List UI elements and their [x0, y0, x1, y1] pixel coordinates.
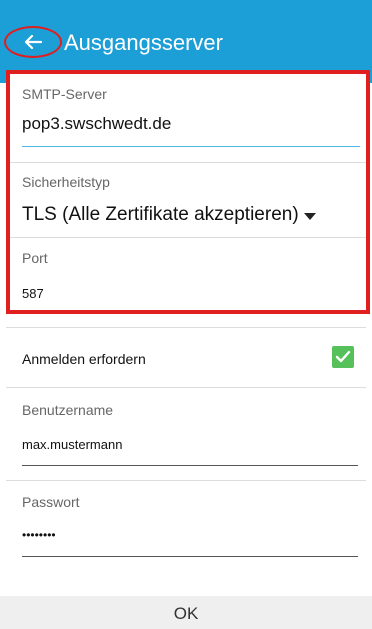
security-type-label: Sicherheitstyp [22, 174, 110, 190]
security-type-select[interactable]: TLS (Alle Zertifikate akzeptieren) [22, 200, 322, 230]
require-auth-label: Anmelden erfordern [22, 351, 146, 367]
footer-bar: OK [0, 596, 372, 629]
port-label: Port [22, 250, 48, 266]
divider [6, 327, 366, 328]
smtp-server-input[interactable]: pop3.swschwedt.de [22, 114, 171, 134]
smtp-server-label: SMTP-Server [22, 86, 107, 102]
dropdown-arrow-icon [304, 213, 316, 220]
server-settings-highlight: SMTP-Server pop3.swschwedt.de Sicherheit… [6, 70, 370, 314]
port-input[interactable]: 587 [22, 286, 44, 301]
password-input[interactable]: •••••••• [22, 528, 56, 542]
divider [10, 237, 366, 238]
require-auth-checkbox[interactable] [332, 346, 354, 368]
back-button[interactable] [4, 26, 62, 58]
ok-button[interactable]: OK [0, 604, 372, 624]
checkmark-icon [335, 350, 351, 363]
password-label: Passwort [22, 494, 80, 510]
smtp-server-underline [22, 146, 360, 147]
page-title: Ausgangsserver [64, 30, 223, 55]
divider [6, 480, 366, 481]
password-underline [22, 556, 358, 557]
username-label: Benutzername [22, 402, 114, 418]
arrow-left-icon [24, 34, 42, 50]
security-type-value: TLS (Alle Zertifikate akzeptieren) [22, 204, 299, 225]
username-input[interactable]: max.mustermann [22, 437, 122, 452]
divider [6, 387, 366, 388]
divider [10, 162, 366, 163]
username-underline [22, 465, 358, 466]
